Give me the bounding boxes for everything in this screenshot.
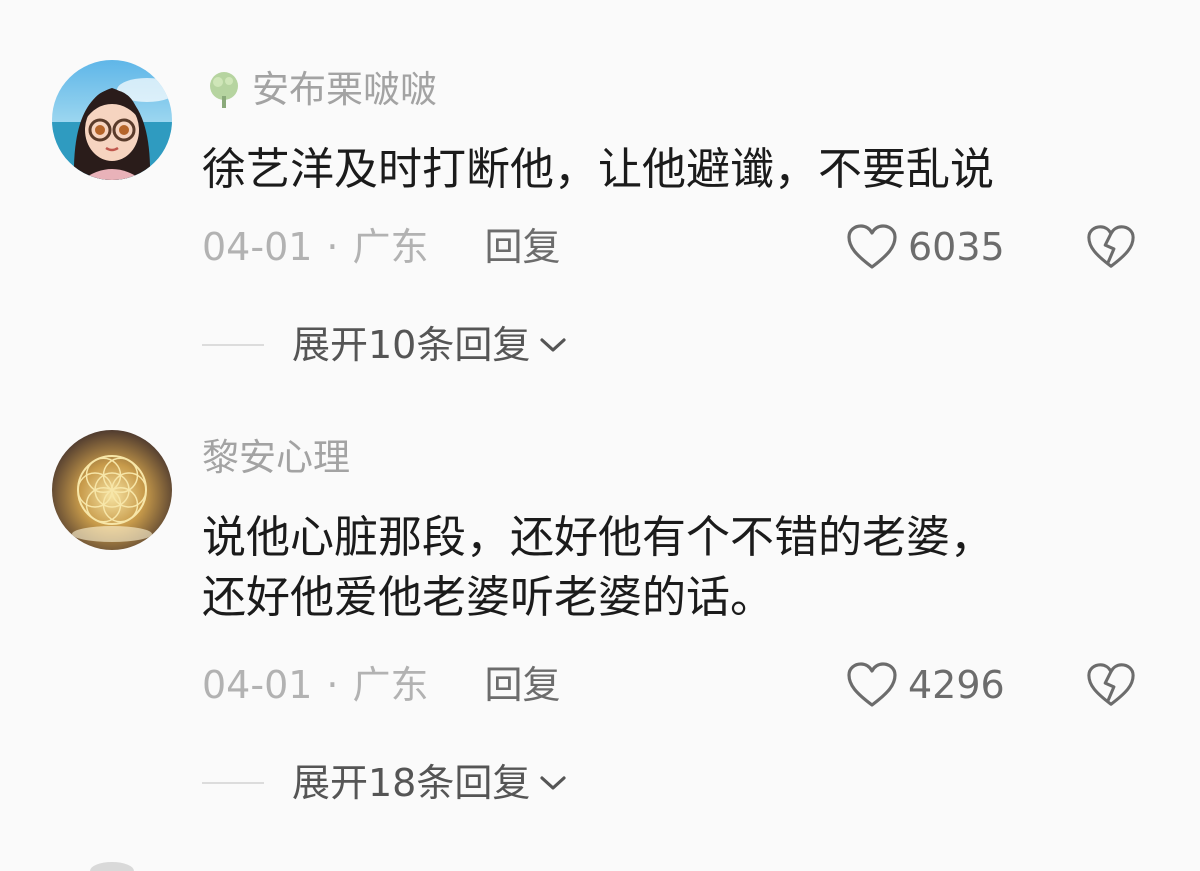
girl-with-glasses-avatar-icon <box>52 60 172 180</box>
comment-text: 徐艺洋及时打断他，让他避谶，不要乱说 <box>202 140 994 200</box>
comment-meta: 04-01 · 广东 回复 <box>202 222 561 272</box>
broken-heart-icon <box>1087 663 1135 706</box>
meta-separator: · <box>326 225 339 269</box>
avatar[interactable] <box>52 430 172 550</box>
expand-replies-label: 展开18条回复 <box>292 761 531 805</box>
username-text: 安布栗啵啵 <box>252 68 437 111</box>
username[interactable]: 安布栗啵啵 <box>202 66 437 114</box>
comment-location: 广东 <box>352 225 429 269</box>
expand-replies-button[interactable]: 展开10条回复 <box>202 320 568 370</box>
comment-text: 说他心脏那段，还好他有个不错的老婆， 还好他爱他老婆听老婆的话。 <box>202 508 994 628</box>
dislike-button[interactable] <box>1086 660 1136 710</box>
next-comment-avatar <box>90 862 134 871</box>
like-count: 6035 <box>908 225 1005 269</box>
golden-mandala-avatar-icon <box>52 430 172 550</box>
comment-text-line: 说他心脏那段，还好他有个不错的老婆， <box>202 512 994 563</box>
divider-line <box>202 782 264 784</box>
comment-text-line: 还好他爱他老婆听老婆的话。 <box>202 572 774 623</box>
comment-meta: 04-01 · 广东 回复 <box>202 660 561 710</box>
meta-separator: · <box>326 663 339 707</box>
like-button[interactable]: 4296 <box>846 660 1005 710</box>
heart-outline-icon <box>847 224 897 269</box>
comment-date: 04-01 <box>202 225 313 269</box>
avatar[interactable] <box>52 60 172 180</box>
divider-line <box>202 344 264 346</box>
expand-replies-label: 展开10条回复 <box>292 323 531 367</box>
comment-date: 04-01 <box>202 663 313 707</box>
dislike-button[interactable] <box>1086 222 1136 272</box>
chevron-down-icon <box>540 776 566 790</box>
green-tree-badge-icon <box>202 68 246 112</box>
broken-heart-icon <box>1087 225 1135 268</box>
heart-outline-icon <box>847 662 897 707</box>
reply-button[interactable]: 回复 <box>485 660 561 710</box>
comment-location: 广东 <box>352 663 429 707</box>
username-text: 黎安心理 <box>202 436 350 479</box>
chevron-down-icon <box>540 338 566 352</box>
comment-text-line: 徐艺洋及时打断他，让他避谶，不要乱说 <box>202 144 994 195</box>
expand-replies-button[interactable]: 展开18条回复 <box>202 758 568 808</box>
comment-feed: 安布栗啵啵 徐艺洋及时打断他，让他避谶，不要乱说 04-01 · 广东 回复 6… <box>0 0 1200 871</box>
like-count: 4296 <box>908 663 1005 707</box>
like-button[interactable]: 6035 <box>846 222 1005 272</box>
reply-button[interactable]: 回复 <box>485 222 561 272</box>
username[interactable]: 黎安心理 <box>202 434 350 482</box>
